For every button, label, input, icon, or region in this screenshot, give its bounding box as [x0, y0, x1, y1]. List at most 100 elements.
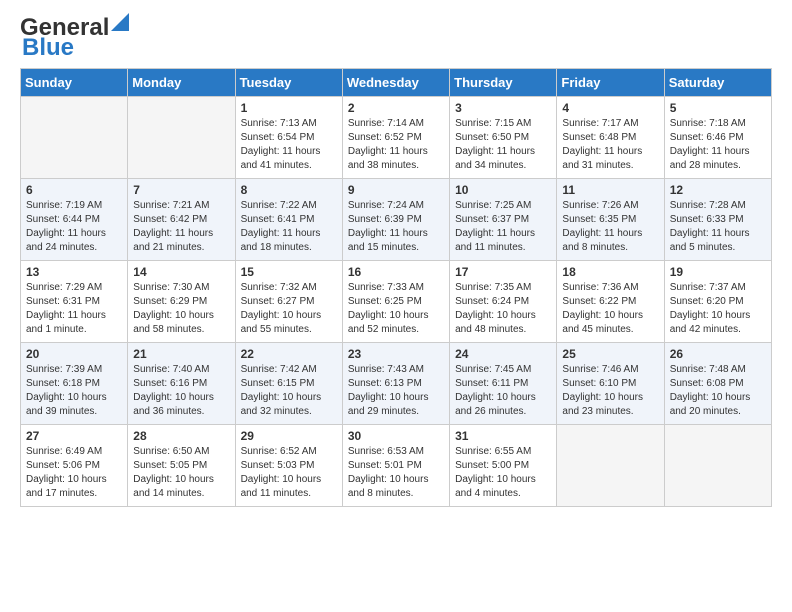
- calendar-cell: 15 Sunrise: 7:32 AM Sunset: 6:27 PM Dayl…: [235, 261, 342, 343]
- day-info: Sunrise: 7:37 AM Sunset: 6:20 PM Dayligh…: [670, 282, 751, 335]
- day-info: Sunrise: 6:53 AM Sunset: 5:01 PM Dayligh…: [348, 446, 429, 499]
- calendar-cell: 5 Sunrise: 7:18 AM Sunset: 6:46 PM Dayli…: [664, 97, 771, 179]
- day-number: 8: [241, 183, 337, 197]
- day-info: Sunrise: 7:46 AM Sunset: 6:10 PM Dayligh…: [562, 364, 643, 417]
- calendar-cell: 14 Sunrise: 7:30 AM Sunset: 6:29 PM Dayl…: [128, 261, 235, 343]
- calendar-cell: 23 Sunrise: 7:43 AM Sunset: 6:13 PM Dayl…: [342, 343, 449, 425]
- calendar-cell: 29 Sunrise: 6:52 AM Sunset: 5:03 PM Dayl…: [235, 425, 342, 507]
- day-info: Sunrise: 7:19 AM Sunset: 6:44 PM Dayligh…: [26, 200, 106, 253]
- day-number: 17: [455, 265, 551, 279]
- day-info: Sunrise: 7:32 AM Sunset: 6:27 PM Dayligh…: [241, 282, 322, 335]
- day-number: 27: [26, 429, 122, 443]
- calendar-cell: 28 Sunrise: 6:50 AM Sunset: 5:05 PM Dayl…: [128, 425, 235, 507]
- header-cell-monday: Monday: [128, 69, 235, 97]
- calendar-cell: 16 Sunrise: 7:33 AM Sunset: 6:25 PM Dayl…: [342, 261, 449, 343]
- day-number: 5: [670, 101, 766, 115]
- calendar-cell: 25 Sunrise: 7:46 AM Sunset: 6:10 PM Dayl…: [557, 343, 664, 425]
- calendar-body: 1 Sunrise: 7:13 AM Sunset: 6:54 PM Dayli…: [21, 97, 772, 507]
- day-number: 25: [562, 347, 658, 361]
- day-info: Sunrise: 7:36 AM Sunset: 6:22 PM Dayligh…: [562, 282, 643, 335]
- day-number: 7: [133, 183, 229, 197]
- calendar-cell: 7 Sunrise: 7:21 AM Sunset: 6:42 PM Dayli…: [128, 179, 235, 261]
- day-number: 29: [241, 429, 337, 443]
- day-info: Sunrise: 6:49 AM Sunset: 5:06 PM Dayligh…: [26, 446, 107, 499]
- day-info: Sunrise: 7:15 AM Sunset: 6:50 PM Dayligh…: [455, 118, 535, 171]
- day-info: Sunrise: 7:17 AM Sunset: 6:48 PM Dayligh…: [562, 118, 642, 171]
- day-number: 28: [133, 429, 229, 443]
- calendar-cell: [128, 97, 235, 179]
- day-info: Sunrise: 7:26 AM Sunset: 6:35 PM Dayligh…: [562, 200, 642, 253]
- header-cell-thursday: Thursday: [450, 69, 557, 97]
- day-info: Sunrise: 6:50 AM Sunset: 5:05 PM Dayligh…: [133, 446, 214, 499]
- day-info: Sunrise: 7:18 AM Sunset: 6:46 PM Dayligh…: [670, 118, 750, 171]
- day-number: 31: [455, 429, 551, 443]
- calendar-cell: 31 Sunrise: 6:55 AM Sunset: 5:00 PM Dayl…: [450, 425, 557, 507]
- day-info: Sunrise: 7:43 AM Sunset: 6:13 PM Dayligh…: [348, 364, 429, 417]
- day-info: Sunrise: 7:33 AM Sunset: 6:25 PM Dayligh…: [348, 282, 429, 335]
- header-cell-wednesday: Wednesday: [342, 69, 449, 97]
- day-number: 18: [562, 265, 658, 279]
- day-number: 26: [670, 347, 766, 361]
- day-number: 15: [241, 265, 337, 279]
- day-number: 30: [348, 429, 444, 443]
- day-info: Sunrise: 7:14 AM Sunset: 6:52 PM Dayligh…: [348, 118, 428, 171]
- calendar-cell: 11 Sunrise: 7:26 AM Sunset: 6:35 PM Dayl…: [557, 179, 664, 261]
- calendar-cell: 9 Sunrise: 7:24 AM Sunset: 6:39 PM Dayli…: [342, 179, 449, 261]
- calendar-header-row: SundayMondayTuesdayWednesdayThursdayFrid…: [21, 69, 772, 97]
- calendar-cell: 12 Sunrise: 7:28 AM Sunset: 6:33 PM Dayl…: [664, 179, 771, 261]
- calendar-cell: [664, 425, 771, 507]
- calendar-week-row: 6 Sunrise: 7:19 AM Sunset: 6:44 PM Dayli…: [21, 179, 772, 261]
- calendar-cell: 2 Sunrise: 7:14 AM Sunset: 6:52 PM Dayli…: [342, 97, 449, 179]
- calendar-cell: 8 Sunrise: 7:22 AM Sunset: 6:41 PM Dayli…: [235, 179, 342, 261]
- day-number: 1: [241, 101, 337, 115]
- day-info: Sunrise: 7:13 AM Sunset: 6:54 PM Dayligh…: [241, 118, 321, 171]
- calendar-cell: 19 Sunrise: 7:37 AM Sunset: 6:20 PM Dayl…: [664, 261, 771, 343]
- page: General Blue SundayMondayTuesdayWednesda…: [0, 0, 792, 527]
- logo: General Blue: [20, 16, 129, 60]
- calendar-cell: 3 Sunrise: 7:15 AM Sunset: 6:50 PM Dayli…: [450, 97, 557, 179]
- day-number: 22: [241, 347, 337, 361]
- header-cell-tuesday: Tuesday: [235, 69, 342, 97]
- day-info: Sunrise: 7:39 AM Sunset: 6:18 PM Dayligh…: [26, 364, 107, 417]
- day-info: Sunrise: 7:21 AM Sunset: 6:42 PM Dayligh…: [133, 200, 213, 253]
- day-number: 20: [26, 347, 122, 361]
- day-number: 13: [26, 265, 122, 279]
- day-number: 11: [562, 183, 658, 197]
- day-number: 9: [348, 183, 444, 197]
- calendar-cell: 30 Sunrise: 6:53 AM Sunset: 5:01 PM Dayl…: [342, 425, 449, 507]
- day-number: 14: [133, 265, 229, 279]
- header-cell-saturday: Saturday: [664, 69, 771, 97]
- logo-blue: Blue: [22, 34, 74, 61]
- day-info: Sunrise: 7:28 AM Sunset: 6:33 PM Dayligh…: [670, 200, 750, 253]
- day-number: 2: [348, 101, 444, 115]
- calendar-cell: 21 Sunrise: 7:40 AM Sunset: 6:16 PM Dayl…: [128, 343, 235, 425]
- day-number: 16: [348, 265, 444, 279]
- calendar-week-row: 1 Sunrise: 7:13 AM Sunset: 6:54 PM Dayli…: [21, 97, 772, 179]
- header-cell-friday: Friday: [557, 69, 664, 97]
- calendar-cell: 26 Sunrise: 7:48 AM Sunset: 6:08 PM Dayl…: [664, 343, 771, 425]
- day-number: 3: [455, 101, 551, 115]
- calendar-week-row: 13 Sunrise: 7:29 AM Sunset: 6:31 PM Dayl…: [21, 261, 772, 343]
- day-number: 6: [26, 183, 122, 197]
- header-cell-sunday: Sunday: [21, 69, 128, 97]
- day-number: 4: [562, 101, 658, 115]
- day-info: Sunrise: 7:30 AM Sunset: 6:29 PM Dayligh…: [133, 282, 214, 335]
- day-info: Sunrise: 7:22 AM Sunset: 6:41 PM Dayligh…: [241, 200, 321, 253]
- calendar-week-row: 27 Sunrise: 6:49 AM Sunset: 5:06 PM Dayl…: [21, 425, 772, 507]
- day-number: 23: [348, 347, 444, 361]
- day-number: 21: [133, 347, 229, 361]
- day-info: Sunrise: 7:40 AM Sunset: 6:16 PM Dayligh…: [133, 364, 214, 417]
- calendar-cell: 13 Sunrise: 7:29 AM Sunset: 6:31 PM Dayl…: [21, 261, 128, 343]
- calendar-cell: 1 Sunrise: 7:13 AM Sunset: 6:54 PM Dayli…: [235, 97, 342, 179]
- day-info: Sunrise: 7:45 AM Sunset: 6:11 PM Dayligh…: [455, 364, 536, 417]
- calendar-cell: 6 Sunrise: 7:19 AM Sunset: 6:44 PM Dayli…: [21, 179, 128, 261]
- day-info: Sunrise: 6:55 AM Sunset: 5:00 PM Dayligh…: [455, 446, 536, 499]
- calendar-cell: [21, 97, 128, 179]
- day-number: 19: [670, 265, 766, 279]
- calendar-cell: 10 Sunrise: 7:25 AM Sunset: 6:37 PM Dayl…: [450, 179, 557, 261]
- calendar-cell: 24 Sunrise: 7:45 AM Sunset: 6:11 PM Dayl…: [450, 343, 557, 425]
- day-info: Sunrise: 7:24 AM Sunset: 6:39 PM Dayligh…: [348, 200, 428, 253]
- calendar-cell: 4 Sunrise: 7:17 AM Sunset: 6:48 PM Dayli…: [557, 97, 664, 179]
- day-number: 12: [670, 183, 766, 197]
- calendar-cell: 27 Sunrise: 6:49 AM Sunset: 5:06 PM Dayl…: [21, 425, 128, 507]
